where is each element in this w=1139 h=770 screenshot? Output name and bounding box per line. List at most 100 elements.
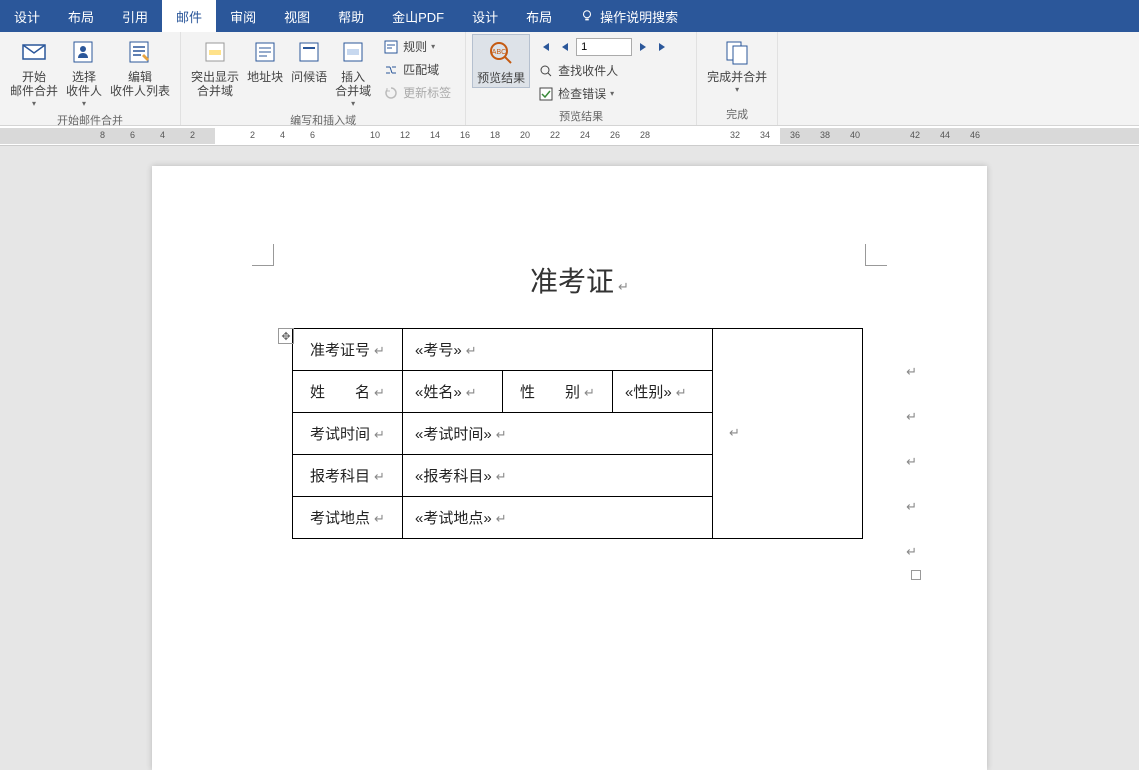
match-icon bbox=[383, 62, 399, 78]
horizontal-ruler[interactable]: 8642246101214161820222426283234363840424… bbox=[0, 126, 1139, 146]
people-icon bbox=[68, 36, 100, 68]
finish-merge-button[interactable]: 完成并合并 ▾ bbox=[703, 34, 771, 96]
paragraph-mark-icon: ↵ bbox=[729, 425, 740, 440]
tab-table-design[interactable]: 设计 bbox=[458, 0, 512, 32]
ruler-tick: 10 bbox=[370, 130, 380, 140]
paragraph-mark-icon: ↵ bbox=[906, 409, 917, 425]
first-record-button[interactable] bbox=[536, 38, 554, 56]
chevron-down-icon: ▾ bbox=[431, 42, 435, 51]
preview-results-button[interactable]: ABC 预览结果 bbox=[472, 34, 530, 88]
group-preview-results: ABC 预览结果 查找收件人 检查错误 ▾ bbox=[466, 32, 697, 125]
last-record-button[interactable] bbox=[654, 38, 672, 56]
ruler-tick: 16 bbox=[460, 130, 470, 140]
ruler-tick: 28 bbox=[640, 130, 650, 140]
paragraph-mark-icon: ↵ bbox=[374, 385, 385, 400]
ruler-tick: 8 bbox=[100, 130, 105, 140]
list-edit-icon bbox=[124, 36, 156, 68]
ruler-tick: 26 bbox=[610, 130, 620, 140]
ruler-tick: 14 bbox=[430, 130, 440, 140]
ruler-tick: 2 bbox=[190, 130, 195, 140]
ruler-tick: 20 bbox=[520, 130, 530, 140]
ruler-tick: 6 bbox=[310, 130, 315, 140]
ruler-tick: 4 bbox=[280, 130, 285, 140]
address-block-button[interactable]: 地址块 bbox=[243, 34, 287, 86]
tell-me-label: 操作说明搜索 bbox=[600, 7, 678, 26]
ruler-tick: 22 bbox=[550, 130, 560, 140]
exam-ticket-table[interactable]: 准考证号↵ «考号»↵ ↵ 姓 名↵ «姓名»↵ 性 别↵ «性别»↵ 考试时间… bbox=[292, 328, 863, 539]
ruler-tick: 24 bbox=[580, 130, 590, 140]
paragraph-mark-icon: ↵ bbox=[466, 385, 477, 400]
lightbulb-icon bbox=[580, 9, 594, 23]
tab-review[interactable]: 审阅 bbox=[216, 0, 270, 32]
record-number-input[interactable] bbox=[576, 38, 632, 56]
document-area[interactable]: 准考证↵ ✥ 准考证号↵ «考号»↵ ↵ 姓 名↵ «姓名»↵ 性 别↵ «性别… bbox=[0, 146, 1139, 770]
tab-design[interactable]: 设计 bbox=[0, 0, 54, 32]
document-title[interactable]: 准考证↵ bbox=[272, 260, 887, 300]
ribbon: 开始 邮件合并 ▾ 选择 收件人 ▾ 编辑 收件人列表 开始邮件合并 bbox=[0, 32, 1139, 126]
ruler-tick: 40 bbox=[850, 130, 860, 140]
select-recipients-button[interactable]: 选择 收件人 ▾ bbox=[62, 34, 106, 110]
greeting-line-button[interactable]: 问候语 bbox=[287, 34, 331, 86]
svg-text:ABC: ABC bbox=[492, 49, 506, 56]
tab-layout[interactable]: 布局 bbox=[54, 0, 108, 32]
tell-me-search[interactable]: 操作说明搜索 bbox=[566, 0, 692, 32]
ruler-tick: 44 bbox=[940, 130, 950, 140]
table-resize-handle-icon[interactable] bbox=[911, 570, 921, 580]
insert-field-icon bbox=[337, 36, 369, 68]
paragraph-mark-icon: ↵ bbox=[496, 469, 507, 484]
paragraph-mark-icon: ↵ bbox=[374, 427, 385, 442]
greeting-icon bbox=[293, 36, 325, 68]
finish-icon bbox=[721, 36, 753, 68]
group-label: 完成 bbox=[703, 104, 771, 125]
paragraph-mark-icon: ↵ bbox=[496, 511, 507, 526]
paragraph-mark-icon: ↵ bbox=[906, 454, 917, 470]
paragraph-mark-icon: ↵ bbox=[906, 364, 917, 380]
check-errors-button[interactable]: 检查错误 ▾ bbox=[534, 83, 686, 104]
group-label: 预览结果 bbox=[472, 106, 690, 127]
paragraph-mark-icon: ↵ bbox=[676, 385, 687, 400]
paragraph-mark-icon: ↵ bbox=[906, 544, 917, 560]
tab-kingsoft-pdf[interactable]: 金山PDF bbox=[378, 0, 458, 32]
paragraph-mark-icon: ↵ bbox=[374, 469, 385, 484]
ruler-tick: 18 bbox=[490, 130, 500, 140]
paragraph-mark-icon: ↵ bbox=[374, 343, 385, 358]
envelope-icon bbox=[18, 36, 50, 68]
start-mail-merge-button[interactable]: 开始 邮件合并 ▾ bbox=[6, 34, 62, 110]
edit-recipient-list-button[interactable]: 编辑 收件人列表 bbox=[106, 34, 174, 100]
ruler-tick: 36 bbox=[790, 130, 800, 140]
tab-references[interactable]: 引用 bbox=[108, 0, 162, 32]
tab-table-layout[interactable]: 布局 bbox=[512, 0, 566, 32]
paragraph-mark-icon: ↵ bbox=[618, 279, 629, 294]
ruler-tick: 12 bbox=[400, 130, 410, 140]
table-move-handle-icon[interactable]: ✥ bbox=[278, 328, 294, 344]
highlight-merge-fields-button[interactable]: 突出显示 合并域 bbox=[187, 34, 243, 100]
paragraph-mark-icon: ↵ bbox=[584, 385, 595, 400]
chevron-down-icon: ▾ bbox=[351, 99, 355, 108]
photo-cell[interactable]: ↵ bbox=[713, 329, 863, 539]
rules-button[interactable]: 规则 ▾ bbox=[379, 36, 455, 57]
search-icon bbox=[538, 63, 554, 79]
tab-view[interactable]: 视图 bbox=[270, 0, 324, 32]
insert-merge-field-button[interactable]: 插入 合并域 ▾ bbox=[331, 34, 375, 110]
margin-corner-icon bbox=[865, 244, 887, 266]
highlight-icon bbox=[199, 36, 231, 68]
table-row[interactable]: 准考证号↵ «考号»↵ ↵ bbox=[293, 329, 863, 371]
match-fields-button[interactable]: 匹配域 bbox=[379, 59, 455, 80]
ruler-tick: 38 bbox=[820, 130, 830, 140]
chevron-down-icon: ▾ bbox=[82, 99, 86, 108]
paragraph-mark-icon: ↵ bbox=[374, 511, 385, 526]
ruler-tick: 34 bbox=[760, 130, 770, 140]
paragraph-mark-icon: ↵ bbox=[466, 343, 477, 358]
next-record-button[interactable] bbox=[634, 38, 652, 56]
tab-mailings[interactable]: 邮件 bbox=[162, 0, 216, 32]
chevron-down-icon: ▾ bbox=[610, 89, 614, 98]
prev-record-button[interactable] bbox=[556, 38, 574, 56]
find-recipient-button[interactable]: 查找收件人 bbox=[534, 60, 686, 81]
ruler-tick: 4 bbox=[160, 130, 165, 140]
page[interactable]: 准考证↵ ✥ 准考证号↵ «考号»↵ ↵ 姓 名↵ «姓名»↵ 性 别↵ «性别… bbox=[152, 166, 987, 770]
check-icon bbox=[538, 86, 554, 102]
ruler-tick: 42 bbox=[910, 130, 920, 140]
group-write-insert-fields: 突出显示 合并域 地址块 问候语 插入 合并域 ▾ 规则 ▾ bbox=[181, 32, 466, 125]
group-finish: 完成并合并 ▾ 完成 bbox=[697, 32, 778, 125]
tab-help[interactable]: 帮助 bbox=[324, 0, 378, 32]
